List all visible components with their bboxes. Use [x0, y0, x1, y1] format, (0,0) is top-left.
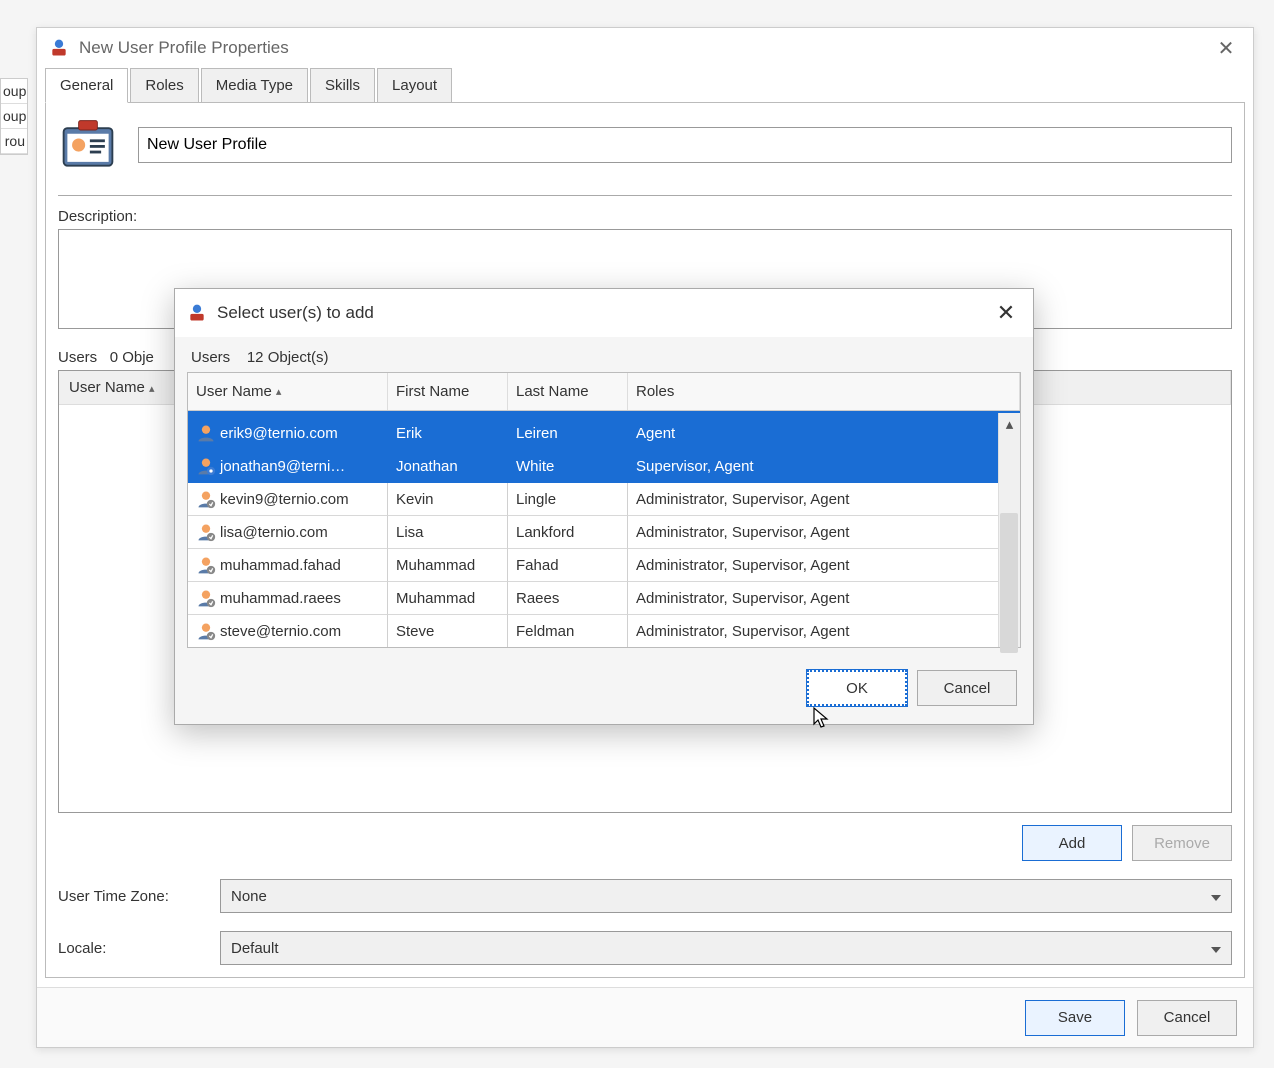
cancel-button[interactable]: Cancel: [917, 670, 1017, 706]
cell-firstname: Muhammad: [388, 582, 508, 615]
cell-roles: Agent: [628, 417, 1020, 450]
timezone-dropdown[interactable]: None: [220, 879, 1232, 913]
cell-firstname: Jonathan: [388, 450, 508, 483]
timezone-label: User Time Zone:: [58, 888, 208, 905]
cell-lastname: Leiren: [508, 417, 628, 450]
add-button[interactable]: Add: [1022, 825, 1122, 861]
tab-roles[interactable]: Roles: [130, 68, 198, 103]
tab-layout[interactable]: Layout: [377, 68, 452, 103]
tabstrip: General Roles Media Type Skills Layout: [37, 68, 1253, 103]
sort-indicator-icon: ▴: [276, 385, 282, 398]
cell-lastname: Lingle: [508, 483, 628, 516]
modal-subheader: Users 12 Object(s): [175, 337, 1033, 372]
cell-lastname: Fahad: [508, 549, 628, 582]
timezone-row: User Time Zone: None: [58, 879, 1232, 913]
cell-roles: Administrator, Supervisor, Agent: [628, 615, 1020, 647]
cell-username: steve@ternio.com: [188, 615, 388, 647]
cancel-button[interactable]: Cancel: [1137, 1000, 1237, 1036]
modal-titlebar: Select user(s) to add ✕: [175, 289, 1033, 337]
window-title: New User Profile Properties: [79, 38, 1211, 58]
table-row[interactable]: erik9@ternio.comErikLeirenAgent: [188, 417, 1020, 450]
cell-roles: Administrator, Supervisor, Agent: [628, 516, 1020, 549]
cell-username: muhammad.raees: [188, 582, 388, 615]
modal-button-row: OK Cancel: [175, 658, 1033, 724]
chevron-down-icon: [1211, 940, 1221, 957]
cell-lastname: Raees: [508, 582, 628, 615]
tab-media-type[interactable]: Media Type: [201, 68, 308, 103]
locale-label: Locale:: [58, 940, 208, 957]
locale-dropdown[interactable]: Default: [220, 931, 1232, 965]
sort-indicator-icon: ▴: [149, 383, 155, 395]
table-row[interactable]: lisa@ternio.comLisaLankfordAdministrator…: [188, 516, 1020, 549]
scroll-thumb[interactable]: [1000, 513, 1018, 653]
cell-lastname: Lankford: [508, 516, 628, 549]
cell-username: kevin9@ternio.com: [188, 483, 388, 516]
tab-general[interactable]: General: [45, 68, 128, 103]
select-users-dialog: Select user(s) to add ✕ Users 12 Object(…: [174, 288, 1034, 725]
app-icon: [49, 38, 69, 58]
modal-title: Select user(s) to add: [217, 303, 991, 323]
close-icon[interactable]: ✕: [1211, 36, 1241, 61]
cell-username: jonathan9@terni…: [188, 450, 388, 483]
col-roles[interactable]: Roles: [628, 373, 1020, 410]
cell-firstname: Muhammad: [388, 549, 508, 582]
col-lastname[interactable]: Last Name: [508, 373, 628, 410]
save-button[interactable]: Save: [1025, 1000, 1125, 1036]
scroll-up-icon[interactable]: ▴: [1003, 417, 1017, 431]
profile-name-input[interactable]: [138, 127, 1232, 163]
cell-username: muhammad.fahad: [188, 549, 388, 582]
cell-firstname: Erik: [388, 417, 508, 450]
description-label: Description:: [58, 208, 1232, 225]
app-icon: [187, 303, 207, 323]
table-row[interactable]: muhammad.fahadMuhammadFahadAdministrator…: [188, 549, 1020, 582]
cell-roles: Supervisor, Agent: [628, 450, 1020, 483]
col-firstname[interactable]: First Name: [388, 373, 508, 410]
locale-row: Locale: Default: [58, 931, 1232, 965]
cell-lastname: Feldman: [508, 615, 628, 647]
cell-firstname: Kevin: [388, 483, 508, 516]
cell-username: lisa@ternio.com: [188, 516, 388, 549]
cell-roles: Administrator, Supervisor, Agent: [628, 483, 1020, 516]
dialog-footer: Save Cancel: [37, 987, 1253, 1047]
users-button-row: Add Remove: [58, 825, 1232, 861]
chevron-down-icon: [1211, 888, 1221, 905]
cell-firstname: Steve: [388, 615, 508, 647]
grid-header-row: User Name ▴ First Name Last Name Roles: [188, 373, 1020, 411]
grid-body[interactable]: erik9@ternio.comErikLeirenAgentjonathan9…: [188, 411, 1020, 647]
profile-badge-icon: [58, 115, 118, 175]
cell-roles: Administrator, Supervisor, Agent: [628, 549, 1020, 582]
tab-skills[interactable]: Skills: [310, 68, 375, 103]
cell-roles: Administrator, Supervisor, Agent: [628, 582, 1020, 615]
users-grid: User Name ▴ First Name Last Name Roles e…: [187, 372, 1021, 648]
col-username[interactable]: User Name ▴: [188, 373, 388, 410]
table-row[interactable]: jonathan9@terni…JonathanWhiteSupervisor,…: [188, 450, 1020, 483]
profile-header: [58, 115, 1232, 196]
cell-firstname: Lisa: [388, 516, 508, 549]
scrollbar[interactable]: ▴ ▾: [998, 413, 1020, 647]
table-row[interactable]: muhammad.raeesMuhammadRaeesAdministrator…: [188, 582, 1020, 615]
close-icon[interactable]: ✕: [991, 300, 1021, 326]
cell-username: erik9@ternio.com: [188, 417, 388, 450]
cell-lastname: White: [508, 450, 628, 483]
titlebar: New User Profile Properties ✕: [37, 28, 1253, 68]
background-table-fragment: oup oup rou: [0, 78, 28, 155]
table-row[interactable]: steve@ternio.comSteveFeldmanAdministrato…: [188, 615, 1020, 647]
table-row[interactable]: kevin9@ternio.comKevinLingleAdministrato…: [188, 483, 1020, 516]
ok-button[interactable]: OK: [807, 670, 907, 706]
remove-button: Remove: [1132, 825, 1232, 861]
